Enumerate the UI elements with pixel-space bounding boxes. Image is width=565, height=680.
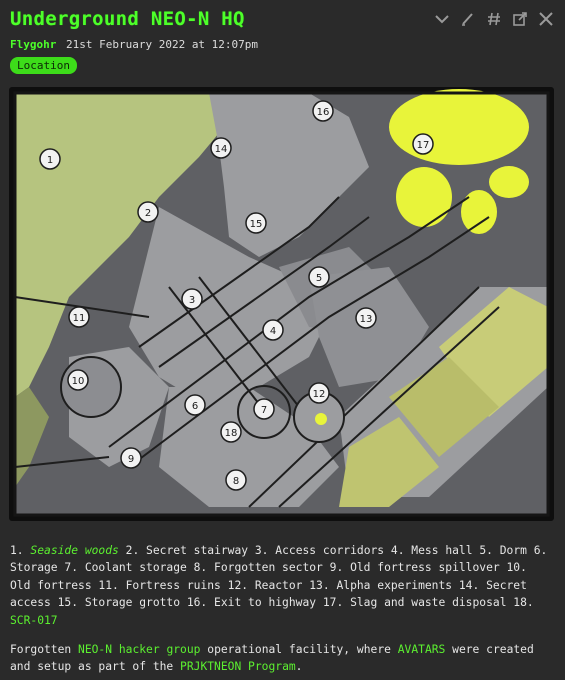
map-label-1: 1 xyxy=(47,155,53,166)
map-label-3: 3 xyxy=(189,295,195,306)
map-label-15: 15 xyxy=(250,219,263,230)
legend-number-1: 1. xyxy=(10,544,24,557)
description-text: Forgotten NEO-N hacker group operational… xyxy=(10,641,550,676)
map-label-4: 4 xyxy=(270,326,276,337)
post-meta: Flygohr 21st February 2022 at 12:07pm xyxy=(10,38,258,51)
map-label-12: 12 xyxy=(313,389,326,400)
open-external-icon[interactable] xyxy=(511,10,529,28)
link-seaside-woods[interactable]: Seaside woods xyxy=(30,544,118,557)
map-label-13: 13 xyxy=(360,314,373,325)
post-header: Underground NEO-N HQ xyxy=(10,8,555,34)
map-label-11: 11 xyxy=(73,313,86,324)
link-prjktneon-program[interactable]: PRJKTNEON Program xyxy=(180,660,296,673)
tag-location[interactable]: Location xyxy=(10,57,77,74)
map-label-14: 14 xyxy=(215,144,228,155)
map-drawing: 123456 789101112131415161718 xyxy=(13,89,550,517)
close-icon[interactable] xyxy=(537,10,555,28)
author-link[interactable]: Flygohr xyxy=(10,38,56,51)
map-label-2: 2 xyxy=(145,208,151,219)
pencil-icon[interactable] xyxy=(459,10,477,28)
map-label-10: 10 xyxy=(72,376,85,387)
toolbar xyxy=(433,10,555,28)
map-label-16: 16 xyxy=(317,107,330,118)
map-label-5: 5 xyxy=(316,273,322,284)
desc-part-1: Forgotten xyxy=(10,643,72,656)
map-label-8: 8 xyxy=(233,476,239,487)
page-title: Underground NEO-N HQ xyxy=(10,8,245,30)
map-label-9: 9 xyxy=(128,454,134,465)
link-neo-n-hacker-group[interactable]: NEO-N hacker group xyxy=(78,643,200,656)
hash-icon[interactable] xyxy=(485,10,503,28)
desc-part-4: . xyxy=(295,660,303,674)
chevron-down-icon[interactable] xyxy=(433,10,451,28)
link-scr-017[interactable]: SCR-017 xyxy=(10,614,58,627)
post-date: 21st February 2022 at 12:07pm xyxy=(65,38,259,51)
map-image: 1 2 3 4 5 6 7 8 9 10 11 12 13 14 15 16 17 18 xyxy=(9,87,554,521)
map-label-17: 17 xyxy=(417,140,430,151)
legend-text: 1. Seaside woods 2. Secret stairway 3. A… xyxy=(10,542,550,629)
link-avatars[interactable]: AVATARS xyxy=(398,643,446,656)
map-label-7: 7 xyxy=(261,405,267,416)
map-label-18: 18 xyxy=(225,428,238,439)
desc-part-2: operational facility, where xyxy=(207,643,391,656)
map-label-6: 6 xyxy=(192,401,198,412)
